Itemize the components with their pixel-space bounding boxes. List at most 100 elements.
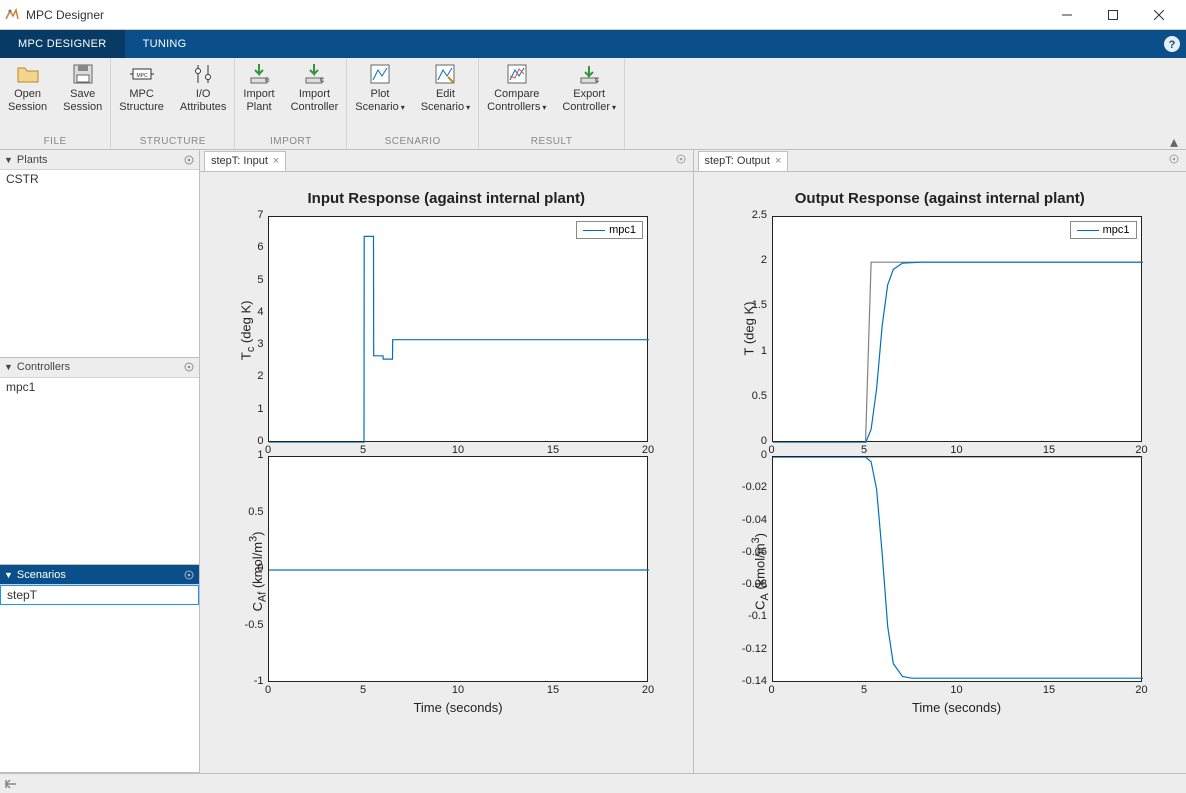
maximize-button[interactable] xyxy=(1090,0,1136,30)
xtick: 15 xyxy=(1039,684,1059,696)
sidebar: ▼ Plants CSTR ▼ Controllers mpc1 ▼ xyxy=(0,150,200,773)
statusbar xyxy=(0,773,1186,793)
doc-tab-input[interactable]: stepT: Input × xyxy=(204,151,286,171)
ylabel: T (deg K) xyxy=(741,302,756,356)
panel-controllers: ▼ Controllers mpc1 xyxy=(0,358,199,566)
gear-icon[interactable] xyxy=(675,152,687,170)
tab-mpc-designer[interactable]: MPC DESIGNER xyxy=(0,30,125,58)
xtick: 10 xyxy=(947,684,967,696)
ytick: -0.5 xyxy=(245,619,264,631)
ytick: 1 xyxy=(257,403,263,415)
minimize-button[interactable] xyxy=(1044,0,1090,30)
import-plant-icon: G xyxy=(247,62,271,86)
ytick: 0 xyxy=(761,449,767,461)
xtick: 20 xyxy=(1132,444,1152,456)
caret-down-icon: ▼ xyxy=(4,155,13,165)
chevron-down-icon: ▾ xyxy=(542,103,546,112)
edit-scenario-button[interactable]: EditScenario▾ xyxy=(413,58,478,136)
axes[interactable]: mpc1 xyxy=(772,216,1142,442)
minimize-toolstrip-button[interactable]: ▴ xyxy=(1166,137,1182,147)
toolstrip: OpenSession SaveSession FILE MPC MPCStru… xyxy=(0,58,1186,150)
titlebar: MPC Designer xyxy=(0,0,1186,30)
xtick: 20 xyxy=(1132,684,1152,696)
mpc-structure-button[interactable]: MPC MPCStructure xyxy=(111,58,172,136)
group-label-scenario: SCENARIO xyxy=(347,136,478,149)
xtick: 10 xyxy=(947,444,967,456)
panel-header-scenarios[interactable]: ▼ Scenarios xyxy=(0,565,199,585)
plot-scenario-button[interactable]: PlotScenario▾ xyxy=(347,58,412,136)
edit-plot-icon xyxy=(433,62,457,86)
group-label-import: IMPORT xyxy=(235,136,346,149)
ytick: 0.5 xyxy=(752,390,767,402)
ytick: 7 xyxy=(257,209,263,221)
help-button[interactable]: ? xyxy=(1158,30,1186,58)
ytick: 5 xyxy=(257,274,263,286)
svg-text:C: C xyxy=(320,78,325,84)
plots-area: stepT: Input × Input Response (against i… xyxy=(200,150,1186,773)
xlabel: Time (seconds) xyxy=(268,700,648,715)
svg-text:MPC: MPC xyxy=(136,73,148,79)
gear-icon[interactable] xyxy=(183,154,195,166)
ytick: 6 xyxy=(257,241,263,253)
axes[interactable] xyxy=(268,456,648,682)
legend[interactable]: mpc1 xyxy=(576,221,643,239)
document-output: stepT: Output × Output Response (against… xyxy=(694,150,1186,773)
caret-down-icon: ▼ xyxy=(4,570,13,580)
compare-controllers-button[interactable]: CompareControllers▾ xyxy=(479,58,554,136)
gear-icon[interactable] xyxy=(183,361,195,373)
ytick: 4 xyxy=(257,306,263,318)
ytick: -0.12 xyxy=(742,643,767,655)
close-icon[interactable]: × xyxy=(775,155,781,167)
nav-back-icon[interactable] xyxy=(4,777,18,791)
import-plant-button[interactable]: G ImportPlant xyxy=(235,58,282,136)
group-label-structure: STRUCTURE xyxy=(111,136,234,149)
ylabel: CAf (kmol/m3) xyxy=(247,532,268,612)
gear-icon[interactable] xyxy=(183,569,195,581)
window-title: MPC Designer xyxy=(26,8,1044,22)
gear-icon[interactable] xyxy=(1168,152,1180,170)
tab-tuning[interactable]: TUNING xyxy=(125,30,205,58)
close-icon[interactable]: × xyxy=(273,155,279,167)
xtick: 15 xyxy=(1039,444,1059,456)
xtick: 5 xyxy=(854,444,874,456)
close-button[interactable] xyxy=(1136,0,1182,30)
chevron-down-icon: ▾ xyxy=(401,103,405,112)
group-label-file: FILE xyxy=(0,136,110,149)
workarea: ▼ Plants CSTR ▼ Controllers mpc1 ▼ xyxy=(0,150,1186,773)
xtick: 10 xyxy=(448,444,468,456)
list-item[interactable]: mpc1 xyxy=(0,378,199,396)
axes[interactable] xyxy=(772,456,1142,682)
ytick: 2 xyxy=(761,254,767,266)
export-icon: C xyxy=(577,62,601,86)
ytick: 3 xyxy=(257,338,263,350)
doc-tab-output[interactable]: stepT: Output × xyxy=(698,151,789,171)
legend[interactable]: mpc1 xyxy=(1070,221,1137,239)
import-controller-button[interactable]: C ImportController xyxy=(283,58,347,136)
save-session-button[interactable]: SaveSession xyxy=(55,58,110,136)
io-sliders-icon xyxy=(191,62,215,86)
ytick: -0.04 xyxy=(742,514,767,526)
ylabel: Tc (deg K) xyxy=(239,300,258,360)
plot-icon xyxy=(368,62,392,86)
io-attributes-button[interactable]: I/OAttributes xyxy=(172,58,234,136)
xtick: 5 xyxy=(353,684,373,696)
ytick: -0.1 xyxy=(748,610,767,622)
panel-header-controllers[interactable]: ▼ Controllers xyxy=(0,358,199,378)
document-input: stepT: Input × Input Response (against i… xyxy=(200,150,694,773)
chevron-down-icon: ▾ xyxy=(466,103,470,112)
ytick: 2.5 xyxy=(752,209,767,221)
export-controller-button[interactable]: C ExportController▾ xyxy=(554,58,624,136)
xtick: 10 xyxy=(448,684,468,696)
xtick: 20 xyxy=(638,684,658,696)
panel-plants: ▼ Plants CSTR xyxy=(0,150,199,358)
xlabel: Time (seconds) xyxy=(772,700,1142,715)
list-item[interactable]: CSTR xyxy=(0,170,199,188)
xtick: 5 xyxy=(854,684,874,696)
open-session-button[interactable]: OpenSession xyxy=(0,58,55,136)
list-item[interactable]: stepT xyxy=(0,585,199,605)
main-tabstrip: MPC DESIGNER TUNING ? xyxy=(0,30,1186,58)
axes[interactable]: mpc1 xyxy=(268,216,648,442)
xtick: 0 xyxy=(258,684,278,696)
import-controller-icon: C xyxy=(302,62,326,86)
panel-header-plants[interactable]: ▼ Plants xyxy=(0,150,199,170)
